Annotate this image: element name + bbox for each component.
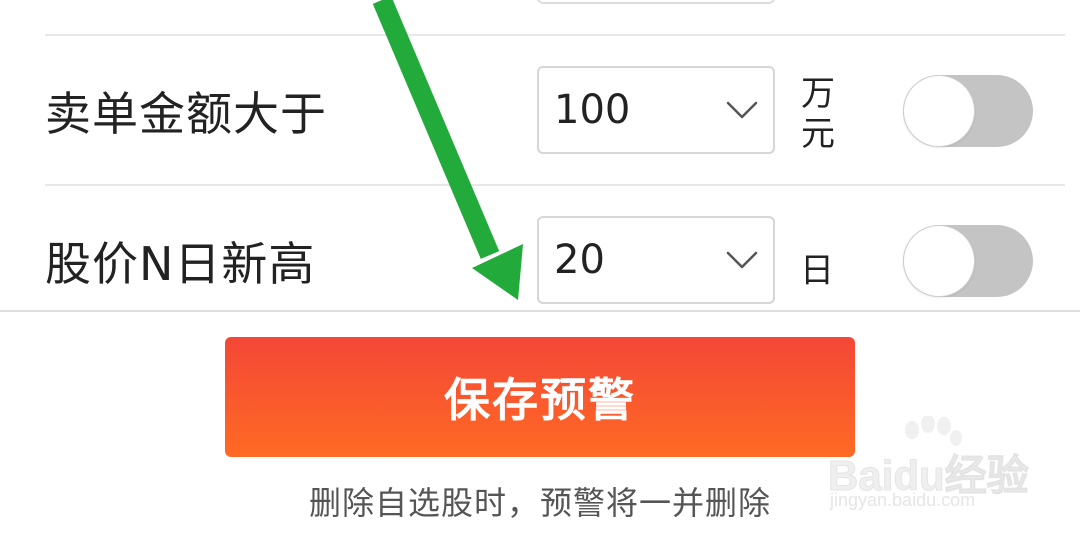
days-select[interactable]: 20 (537, 216, 775, 304)
save-alert-button[interactable]: 保存预警 (225, 337, 855, 457)
amount-select[interactable]: 100 (537, 66, 775, 154)
select-value: 100 (554, 87, 631, 133)
n-day-high-toggle[interactable] (903, 225, 1033, 297)
toggle-knob (904, 226, 974, 296)
paw-logo-icon (905, 416, 962, 446)
footer-separator (0, 310, 1080, 312)
chevron-down-icon (726, 251, 758, 269)
select-box-partial[interactable] (537, 0, 775, 4)
chevron-down-icon (726, 101, 758, 119)
unit-label: 万元 (801, 74, 835, 154)
unit-label: 日 (800, 251, 834, 291)
row-label: 股价N日新高 (45, 237, 316, 291)
row-label: 卖单金额大于 (45, 87, 327, 141)
toggle-knob (904, 76, 974, 146)
select-value: 20 (554, 237, 605, 283)
alert-row-n-day-high: 股价N日新高 20 日 (0, 186, 1080, 336)
alert-row-sell-amount: 卖单金额大于 100 万元 (0, 36, 1080, 186)
delete-hint-text: 删除自选股时，预警将一并删除 (308, 484, 771, 522)
sell-amount-toggle[interactable] (903, 75, 1033, 147)
